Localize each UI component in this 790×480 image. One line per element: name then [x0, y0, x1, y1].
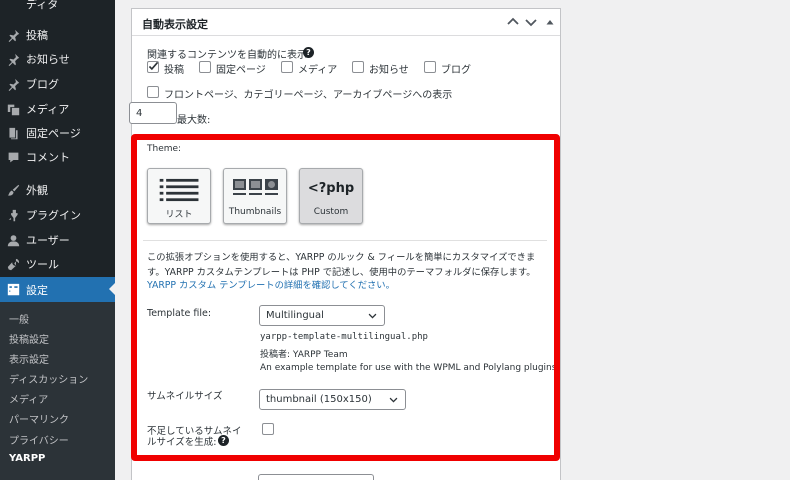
select-value: thumbnail (150x150) [266, 394, 372, 405]
sidebar-item-news[interactable]: お知らせ [0, 47, 115, 71]
php-icon: <?php [307, 181, 355, 196]
thumbnail-size-select[interactable]: thumbnail (150x150) [259, 389, 406, 410]
checkbox-posts[interactable] [147, 61, 159, 73]
sidebar-item-settings[interactable]: 設定 [0, 277, 115, 302]
submenu-privacy[interactable]: プライバシー [9, 432, 69, 447]
pushpin-icon [0, 78, 26, 91]
submenu-discussion[interactable]: ディスカッション [9, 371, 88, 386]
sidebar-item-label: コメント [26, 151, 70, 164]
checkbox-archives[interactable] [147, 86, 159, 98]
sidebar-item-appearance[interactable]: 外観 [0, 178, 115, 202]
move-up-button[interactable] [505, 14, 521, 30]
checkmark-icon [148, 61, 159, 71]
theme-button-label: Custom [313, 207, 349, 217]
theme-custom-button[interactable]: <?php Custom [299, 168, 363, 224]
template-filename: yarpp-template-multilingual.php [260, 332, 428, 342]
help-icon[interactable]: ? [218, 435, 229, 446]
checkbox-label: メディア [298, 65, 338, 76]
user-icon [0, 234, 26, 247]
toggle-panel-button[interactable] [542, 14, 558, 30]
theme-button-label: リスト [165, 210, 193, 220]
sidebar-item-label: ブログ [26, 78, 59, 91]
list-icon [159, 178, 199, 202]
sidebar-item-label: ツール [26, 258, 59, 271]
content-types-label: 関連するコンテンツを自動的に表示: [147, 50, 311, 61]
theme-thumbnails-button[interactable]: Thumbnails [223, 168, 287, 224]
sidebar-item-plugins[interactable]: プラグイン [0, 203, 115, 227]
submenu-media[interactable]: メディア [9, 391, 48, 406]
postbox-title: 自動表示設定 [142, 18, 208, 31]
sidebar-item-comments[interactable]: コメント [0, 145, 115, 169]
media-icon [0, 103, 26, 116]
checkbox-label: ブログ [441, 65, 471, 76]
sidebar-item-media[interactable]: メディア [0, 97, 115, 121]
checkbox-label: 固定ページ [216, 65, 266, 76]
settings-icon [0, 283, 26, 296]
sidebar-item-tools[interactable]: ツール [0, 252, 115, 276]
description-line-2: す。YARPP カスタムテンプレートは PHP で記述し、使用中のテーマフォルダ… [147, 267, 536, 278]
wrench-icon [0, 258, 26, 271]
sidebar-item-label: 投稿 [26, 29, 48, 42]
pushpin-icon [0, 29, 26, 42]
sidebar-item-label: 外観 [26, 184, 48, 197]
admin-sidebar: ディタ 投稿 お知らせ ブログ メディア 固定ページ コメント 外観 プラグイン… [0, 0, 115, 480]
chevron-up-icon [507, 17, 519, 25]
appearance-icon [0, 184, 26, 197]
submenu-general[interactable]: 一般 [9, 311, 29, 326]
theme-label: Theme: [147, 144, 182, 154]
generate-thumbnails-label-line-2: ルサイズを生成: [147, 437, 217, 448]
select-value: Multilingual [266, 310, 324, 321]
postbox-header: 自動表示設定 [132, 9, 560, 36]
custom-template-docs-link[interactable]: YARPP カスタム テンプレートの詳細を確認してください。 [147, 277, 395, 291]
page-icon [0, 127, 26, 140]
thumbnail-size-label: サムネイルサイズ [147, 391, 223, 402]
next-field-input[interactable] [258, 474, 374, 480]
sidebar-item-pages[interactable]: 固定ページ [0, 121, 115, 145]
sidebar-item-users[interactable]: ユーザー [0, 228, 115, 252]
sidebar-item-label: 固定ページ [26, 127, 81, 140]
theme-list-button[interactable]: リスト [147, 168, 211, 224]
theme-button-label: Thumbnails [228, 207, 282, 217]
chevron-down-icon [368, 313, 377, 319]
comment-icon [0, 151, 26, 164]
submenu-yarpp[interactable]: YARPP [9, 453, 45, 464]
checkbox-news[interactable] [352, 61, 364, 73]
checkbox-label: 投稿 [164, 65, 184, 76]
pushpin-icon [0, 53, 26, 66]
sidebar-item-posts[interactable]: 投稿 [0, 23, 115, 47]
sidebar-item-label: ユーザー [26, 234, 70, 247]
sidebar-item-label: メディア [26, 103, 70, 116]
description-line-1: この拡張オプションを使用すると、YARPP のルック & フィールを簡単にカスタ… [147, 252, 536, 263]
chevron-down-icon [525, 19, 537, 27]
checkbox-pages[interactable] [199, 61, 211, 73]
sidebar-item-editor-partial[interactable]: ディタ [0, 0, 115, 14]
chevron-down-icon [389, 397, 398, 403]
sidebar-item-label: プラグイン [26, 209, 81, 222]
checkbox-media[interactable] [281, 61, 293, 73]
checkbox-label: お知らせ [369, 65, 409, 76]
help-icon[interactable]: ? [303, 47, 314, 58]
sidebar-item-label: ディタ [26, 0, 59, 11]
template-file-select[interactable]: Multilingual [259, 305, 385, 326]
submenu-writing[interactable]: 投稿設定 [9, 331, 49, 346]
template-author: 投稿者: YARPP Team [260, 350, 348, 360]
plugin-icon [0, 209, 26, 222]
template-description: An example template for use with the WPM… [260, 363, 557, 373]
generate-thumbnails-checkbox[interactable] [262, 423, 274, 435]
section-divider [143, 240, 547, 241]
sidebar-item-label: お知らせ [26, 53, 70, 66]
checkbox-blog[interactable] [424, 61, 436, 73]
thumbnails-icon [233, 179, 278, 195]
submenu-reading[interactable]: 表示設定 [9, 351, 49, 366]
archive-display-label: フロントページ、カテゴリーページ、アーカイブページへの表示 [164, 90, 453, 101]
settings-submenu: 一般 投稿設定 表示設定 ディスカッション メディア パーマリンク プライバシー… [0, 302, 115, 480]
template-file-label: Template file: [147, 308, 212, 319]
caret-up-icon [546, 20, 554, 25]
sidebar-item-blog[interactable]: ブログ [0, 72, 115, 96]
sidebar-item-label: 設定 [26, 283, 48, 297]
move-down-button[interactable] [523, 14, 539, 30]
max-posts-input[interactable] [129, 102, 177, 124]
submenu-permalinks[interactable]: パーマリンク [9, 411, 69, 426]
